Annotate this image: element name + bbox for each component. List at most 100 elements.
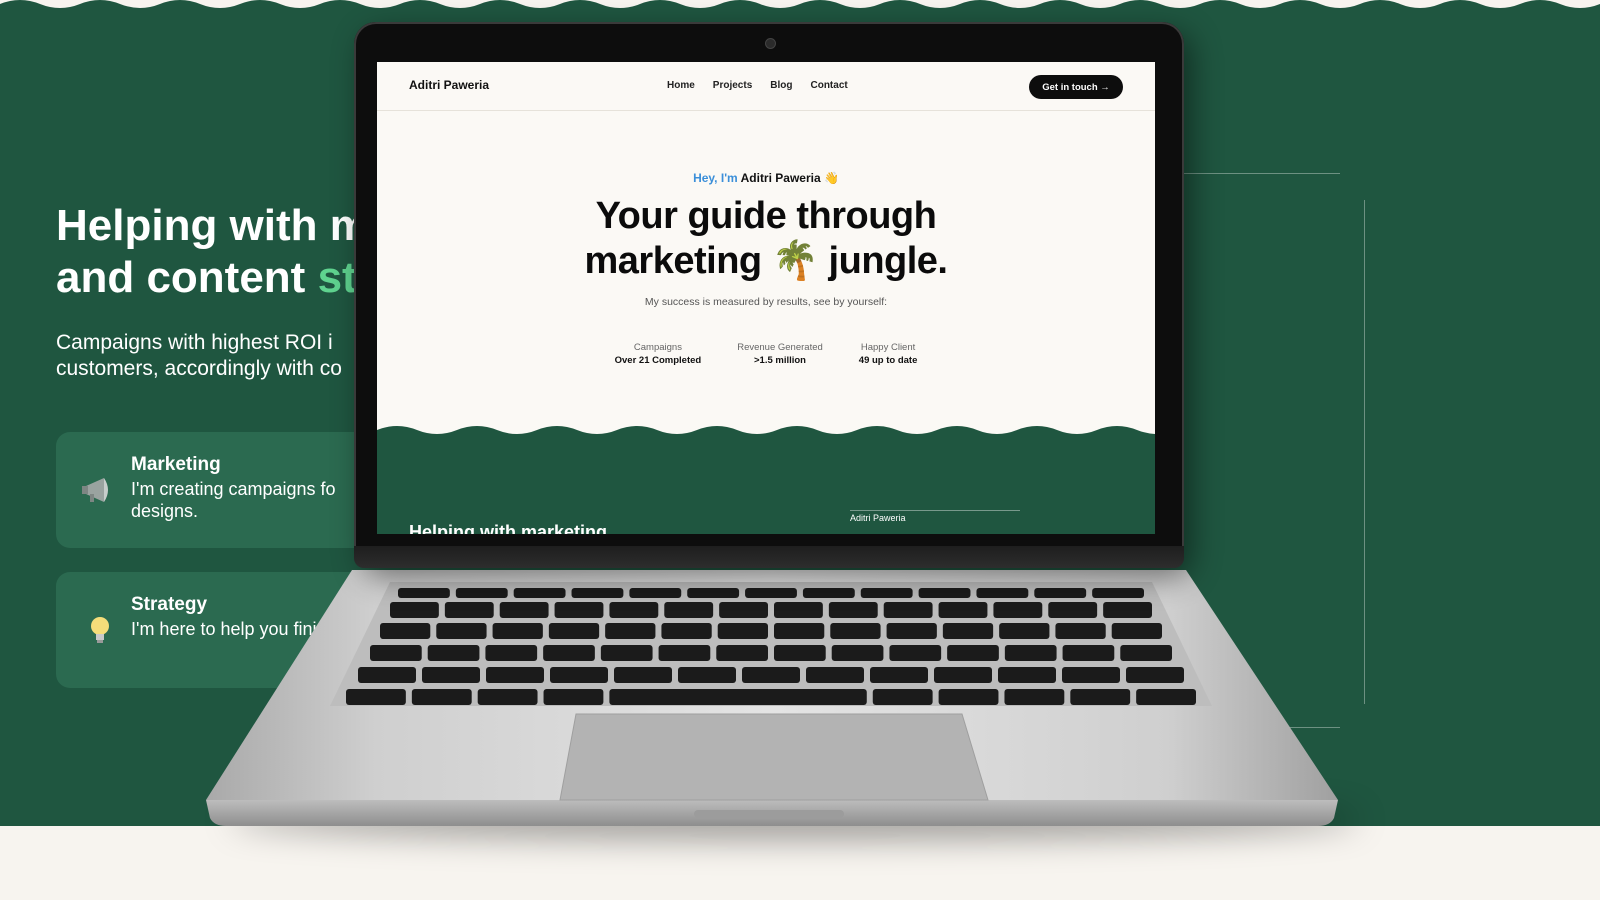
keyboard-key — [571, 588, 624, 598]
get-in-touch-button[interactable]: Get in touch → — [1029, 75, 1123, 99]
keyboard-key — [918, 588, 971, 598]
keyboard-key — [830, 623, 881, 639]
keyboard-key — [1136, 689, 1196, 705]
keyboard-key — [422, 667, 480, 683]
keyboard-key — [998, 667, 1056, 683]
keyboard-key — [609, 602, 659, 618]
keyboard-key — [719, 602, 768, 618]
hero-subtitle: My success is measured by results, see b… — [644, 296, 888, 308]
keyboard-key — [370, 645, 422, 661]
keyboard-key — [942, 623, 994, 639]
keyboard-key — [436, 623, 487, 639]
keyboard-key — [1004, 645, 1057, 661]
keyboard-key — [774, 623, 825, 639]
keyboard-key — [614, 667, 672, 683]
keyboard-key — [1062, 645, 1115, 661]
keyboard-key — [802, 588, 855, 598]
keyboard-key — [411, 689, 472, 705]
keyboard-key — [629, 588, 682, 598]
keyboard-key — [477, 689, 538, 705]
keyboard-key — [664, 602, 714, 618]
screen-name-label: Aditri Paweria — [850, 513, 906, 523]
keyboard-key — [390, 602, 439, 618]
keyboard-key — [883, 602, 933, 618]
keyboard-key — [543, 645, 595, 661]
keyboard-key — [687, 588, 740, 598]
nav-blog[interactable]: Blog — [770, 80, 792, 91]
keyboard-key — [745, 588, 797, 598]
nav-projects[interactable]: Projects — [713, 80, 752, 91]
screen-wave-section — [377, 426, 1155, 534]
keyboard-key — [831, 645, 884, 661]
keyboard-key — [554, 602, 604, 618]
keyboard-key — [938, 602, 988, 618]
stat-revenue: Revenue Generated >1.5 million — [737, 342, 823, 366]
keyboard-key — [605, 623, 656, 639]
keyboard-key — [678, 667, 736, 683]
keyboard-key — [485, 645, 538, 661]
keyboard-key — [716, 645, 768, 661]
nav-home[interactable]: Home — [667, 80, 695, 91]
keyboard-key — [1004, 689, 1065, 705]
keyboard-key — [658, 645, 711, 661]
greeting: Hey, I'm Aditri Paweria 👋 — [377, 171, 1155, 185]
keyboard-key — [872, 689, 933, 705]
keyboard-key — [806, 667, 864, 683]
keyboard-key — [1070, 689, 1131, 705]
greeting-name: Aditri Paweria 👋 — [737, 171, 839, 185]
keyboard-key — [947, 645, 999, 661]
greeting-hey: Hey, I'm — [693, 171, 738, 185]
keyboard-key — [938, 689, 999, 705]
keyboard-key — [1120, 645, 1172, 661]
hero-title: Your guide through marketing 🌴 jungle. — [584, 195, 949, 282]
keyboard-key — [1092, 588, 1144, 598]
keyboard-key — [543, 689, 604, 705]
keyboard-key — [513, 588, 566, 598]
camera-icon — [765, 38, 776, 49]
keyboard-key — [976, 588, 1029, 598]
keyboard-key — [600, 645, 653, 661]
keyboard-key — [499, 602, 549, 618]
keyboard-key — [548, 623, 600, 639]
keyboard-key — [455, 588, 508, 598]
stat-clients: Happy Client 49 up to date — [858, 342, 918, 366]
keyboard-key — [380, 623, 431, 639]
nav-contact[interactable]: Contact — [810, 80, 847, 91]
keyboard-key — [550, 667, 608, 683]
laptop-hinge — [354, 546, 1184, 568]
keyboard-key — [774, 602, 823, 618]
stat-campaigns: Campaigns Over 21 Completed — [614, 342, 702, 366]
keyboard-key — [1048, 602, 1098, 618]
keyboard-key — [1062, 667, 1120, 683]
keyboard-key — [860, 588, 913, 598]
stats-row: Campaigns Over 21 Completed Revenue Gene… — [377, 342, 1155, 366]
keyboard-key — [742, 667, 800, 683]
keyboard-key — [1034, 588, 1087, 598]
divider-line — [850, 510, 1020, 511]
laptop-screen: Aditri Paweria Home Projects Blog Contac… — [377, 62, 1155, 534]
keyboard-key — [886, 623, 937, 639]
keyboard-key — [398, 588, 450, 598]
keyboard-key — [774, 645, 826, 661]
keyboard-key — [828, 602, 878, 618]
keyboard-key — [1055, 623, 1106, 639]
keyboard-key — [486, 667, 544, 683]
keyboard-key — [999, 623, 1050, 639]
keyboard-key — [661, 623, 712, 639]
screen-bottom-heading: Helping with marketing — [409, 522, 608, 534]
keyboard-key — [609, 689, 867, 705]
keyboard-key — [1103, 602, 1152, 618]
site-brand[interactable]: Aditri Paweria — [409, 78, 489, 92]
keyboard-key — [934, 667, 992, 683]
keyboard-key — [492, 623, 543, 639]
keyboard-key — [358, 667, 416, 683]
keyboard-key — [1111, 623, 1162, 639]
keyboard-key — [717, 623, 768, 639]
keyboard-key — [427, 645, 480, 661]
keyboard-key — [346, 689, 406, 705]
site-navbar: Aditri Paweria Home Projects Blog Contac… — [377, 62, 1155, 111]
keyboard-key — [889, 645, 942, 661]
keyboard-key — [1126, 667, 1184, 683]
keyboard-key — [444, 602, 494, 618]
nav-links: Home Projects Blog Contact — [667, 80, 848, 91]
